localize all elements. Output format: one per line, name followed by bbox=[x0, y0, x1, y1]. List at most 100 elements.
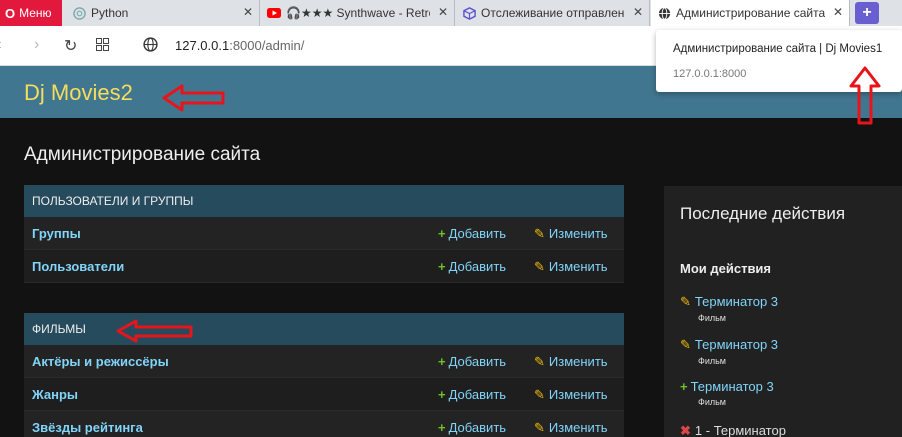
recent-action-link[interactable]: ✎ Терминатор 3 bbox=[680, 294, 778, 310]
site-brand[interactable]: Dj Movies2 bbox=[24, 80, 133, 106]
pencil-icon: ✎ bbox=[534, 226, 545, 241]
tab-tracking[interactable]: Отслеживание отправлен ✕ bbox=[456, 0, 650, 26]
admin-content: Администрирование сайта ПОЛЬЗОВАТЕЛИ И Г… bbox=[0, 118, 902, 437]
action-type: Фильм bbox=[698, 356, 726, 366]
delete-icon: ✖ bbox=[680, 423, 691, 437]
action-type: Фильм bbox=[698, 397, 726, 407]
model-link-actors[interactable]: Актёры и режиссёры bbox=[32, 354, 169, 369]
plus-icon: + bbox=[438, 387, 446, 402]
add-button[interactable]: + Добавить bbox=[438, 387, 506, 402]
model-link-users[interactable]: Пользователи bbox=[32, 259, 124, 274]
tab-label: Python bbox=[91, 6, 129, 20]
change-label: Изменить bbox=[548, 226, 608, 241]
forward-icon[interactable]: › bbox=[34, 36, 39, 54]
speed-dial-icon[interactable] bbox=[96, 38, 109, 56]
tab-label: Отслеживание отправлен bbox=[481, 6, 625, 20]
browser-menu-button[interactable]: O Меню bbox=[0, 0, 62, 26]
browser-window: O Меню Python ✕ 🎧★★★ Synthwave - Retro ✕… bbox=[0, 0, 902, 437]
table-row: Звёзды рейтинга + Добавить ✎ Изменить bbox=[24, 411, 624, 437]
add-label: Добавить bbox=[448, 420, 507, 435]
change-label: Изменить bbox=[548, 420, 608, 435]
url-host: 127.0.0.1 bbox=[175, 38, 230, 53]
plus-icon: + bbox=[438, 354, 446, 369]
red-arrow-left-annotation-icon bbox=[116, 319, 193, 343]
table-row: Актёры и режиссёры + Добавить ✎ Изменить bbox=[24, 345, 624, 378]
plus-icon: + bbox=[438, 420, 446, 435]
recent-actions-panel: Последние действия Мои действия ✎ Термина… bbox=[664, 186, 902, 437]
youtube-icon bbox=[267, 6, 281, 20]
recent-action-item: ✎ Терминатор 3 Фильм bbox=[680, 337, 778, 366]
model-link-genres[interactable]: Жанры bbox=[32, 387, 78, 402]
action-label: Терминатор 3 bbox=[694, 337, 779, 352]
change-label: Изменить bbox=[548, 387, 608, 402]
add-button[interactable]: + Добавить bbox=[438, 226, 506, 241]
page-title: Администрирование сайта bbox=[24, 144, 261, 165]
url-path: :8000/admin/ bbox=[229, 38, 305, 53]
close-tab-icon[interactable]: ✕ bbox=[833, 5, 843, 19]
action-type: Фильм bbox=[698, 313, 726, 323]
module-auth: ПОЛЬЗОВАТЕЛИ И ГРУППЫ Группы + Добавить ✎… bbox=[24, 185, 624, 283]
tooltip-url: 127.0.0.1:8000 bbox=[673, 68, 747, 80]
recent-action-item: ✖ 1 - Терминатор bbox=[680, 423, 786, 437]
tooltip-title: Администрирование сайта | Dj Movies1 bbox=[673, 43, 883, 55]
plus-icon: + bbox=[438, 226, 446, 241]
globe-icon bbox=[657, 6, 671, 20]
recent-action-item: + Терминатор 3 Фильм bbox=[680, 379, 774, 407]
add-button[interactable]: + Добавить bbox=[438, 420, 506, 435]
action-label: Терминатор 3 bbox=[690, 379, 774, 394]
model-link-groups[interactable]: Группы bbox=[32, 226, 81, 241]
recent-action-link[interactable]: ✎ Терминатор 3 bbox=[680, 337, 778, 353]
module-caption[interactable]: ФИЛЬМЫ bbox=[24, 313, 624, 345]
add-label: Добавить bbox=[448, 226, 507, 241]
chatgpt-icon bbox=[72, 6, 86, 20]
change-label: Изменить bbox=[548, 354, 608, 369]
change-button[interactable]: ✎ Изменить bbox=[534, 259, 608, 275]
back-icon[interactable]: ‹ bbox=[0, 36, 1, 54]
change-button[interactable]: ✎ Изменить bbox=[534, 387, 608, 403]
tab-label: 🎧★★★ Synthwave - Retro bbox=[286, 6, 430, 20]
close-tab-icon[interactable]: ✕ bbox=[438, 5, 448, 19]
model-link-rating-stars[interactable]: Звёзды рейтинга bbox=[32, 420, 143, 435]
change-button[interactable]: ✎ Изменить bbox=[534, 226, 608, 242]
reload-icon[interactable]: ↻ bbox=[64, 36, 77, 56]
url-field[interactable]: 127.0.0.1:8000/admin/ bbox=[175, 38, 304, 53]
menu-label: Меню bbox=[19, 6, 52, 20]
tab-python[interactable]: Python ✕ bbox=[66, 0, 260, 26]
tab-bar: O Меню Python ✕ 🎧★★★ Synthwave - Retro ✕… bbox=[0, 0, 902, 26]
table-row: Группы + Добавить ✎ Изменить bbox=[24, 217, 624, 250]
tab-label: Администрирование сайта bbox=[676, 6, 825, 20]
new-tab-plus-icon[interactable]: + bbox=[855, 2, 879, 24]
package-icon bbox=[462, 6, 476, 20]
change-label: Изменить bbox=[548, 259, 608, 274]
pencil-icon: ✎ bbox=[534, 387, 545, 402]
module-caption[interactable]: ПОЛЬЗОВАТЕЛИ И ГРУППЫ bbox=[24, 185, 624, 217]
module-movies: ФИЛЬМЫ Актёры и режиссёры + Добавить ✎ Изм… bbox=[24, 313, 624, 437]
recent-action-link[interactable]: + Терминатор 3 bbox=[680, 379, 774, 394]
pencil-icon: ✎ bbox=[680, 294, 691, 309]
recent-action-item: ✎ Терминатор 3 Фильм bbox=[680, 294, 778, 323]
my-actions-subtitle: Мои действия bbox=[680, 261, 772, 276]
recent-action-deleted: ✖ 1 - Терминатор bbox=[680, 423, 786, 437]
pencil-icon: ✎ bbox=[534, 259, 545, 274]
red-arrow-up-annotation-icon bbox=[849, 66, 881, 125]
add-label: Добавить bbox=[448, 259, 507, 274]
table-row: Пользователи + Добавить ✎ Изменить bbox=[24, 250, 624, 283]
pencil-icon: ✎ bbox=[534, 354, 545, 369]
opera-logo-icon: O bbox=[5, 5, 16, 21]
plus-icon: + bbox=[680, 379, 688, 394]
recent-actions-title: Последние действия bbox=[680, 204, 846, 223]
pencil-icon: ✎ bbox=[680, 337, 691, 352]
site-info-globe-icon[interactable] bbox=[143, 37, 158, 57]
add-button[interactable]: + Добавить bbox=[438, 259, 506, 274]
add-button[interactable]: + Добавить bbox=[438, 354, 506, 369]
add-label: Добавить bbox=[448, 387, 507, 402]
tab-synthwave[interactable]: 🎧★★★ Synthwave - Retro ✕ bbox=[261, 0, 455, 26]
red-arrow-left-annotation-icon bbox=[162, 84, 225, 112]
pencil-icon: ✎ bbox=[534, 420, 545, 435]
change-button[interactable]: ✎ Изменить bbox=[534, 354, 608, 370]
tab-admin-active[interactable]: Администрирование сайта ✕ bbox=[651, 0, 850, 26]
close-tab-icon[interactable]: ✕ bbox=[243, 5, 253, 19]
close-tab-icon[interactable]: ✕ bbox=[633, 5, 643, 19]
action-label: Терминатор 3 bbox=[694, 294, 779, 309]
change-button[interactable]: ✎ Изменить bbox=[534, 420, 608, 436]
